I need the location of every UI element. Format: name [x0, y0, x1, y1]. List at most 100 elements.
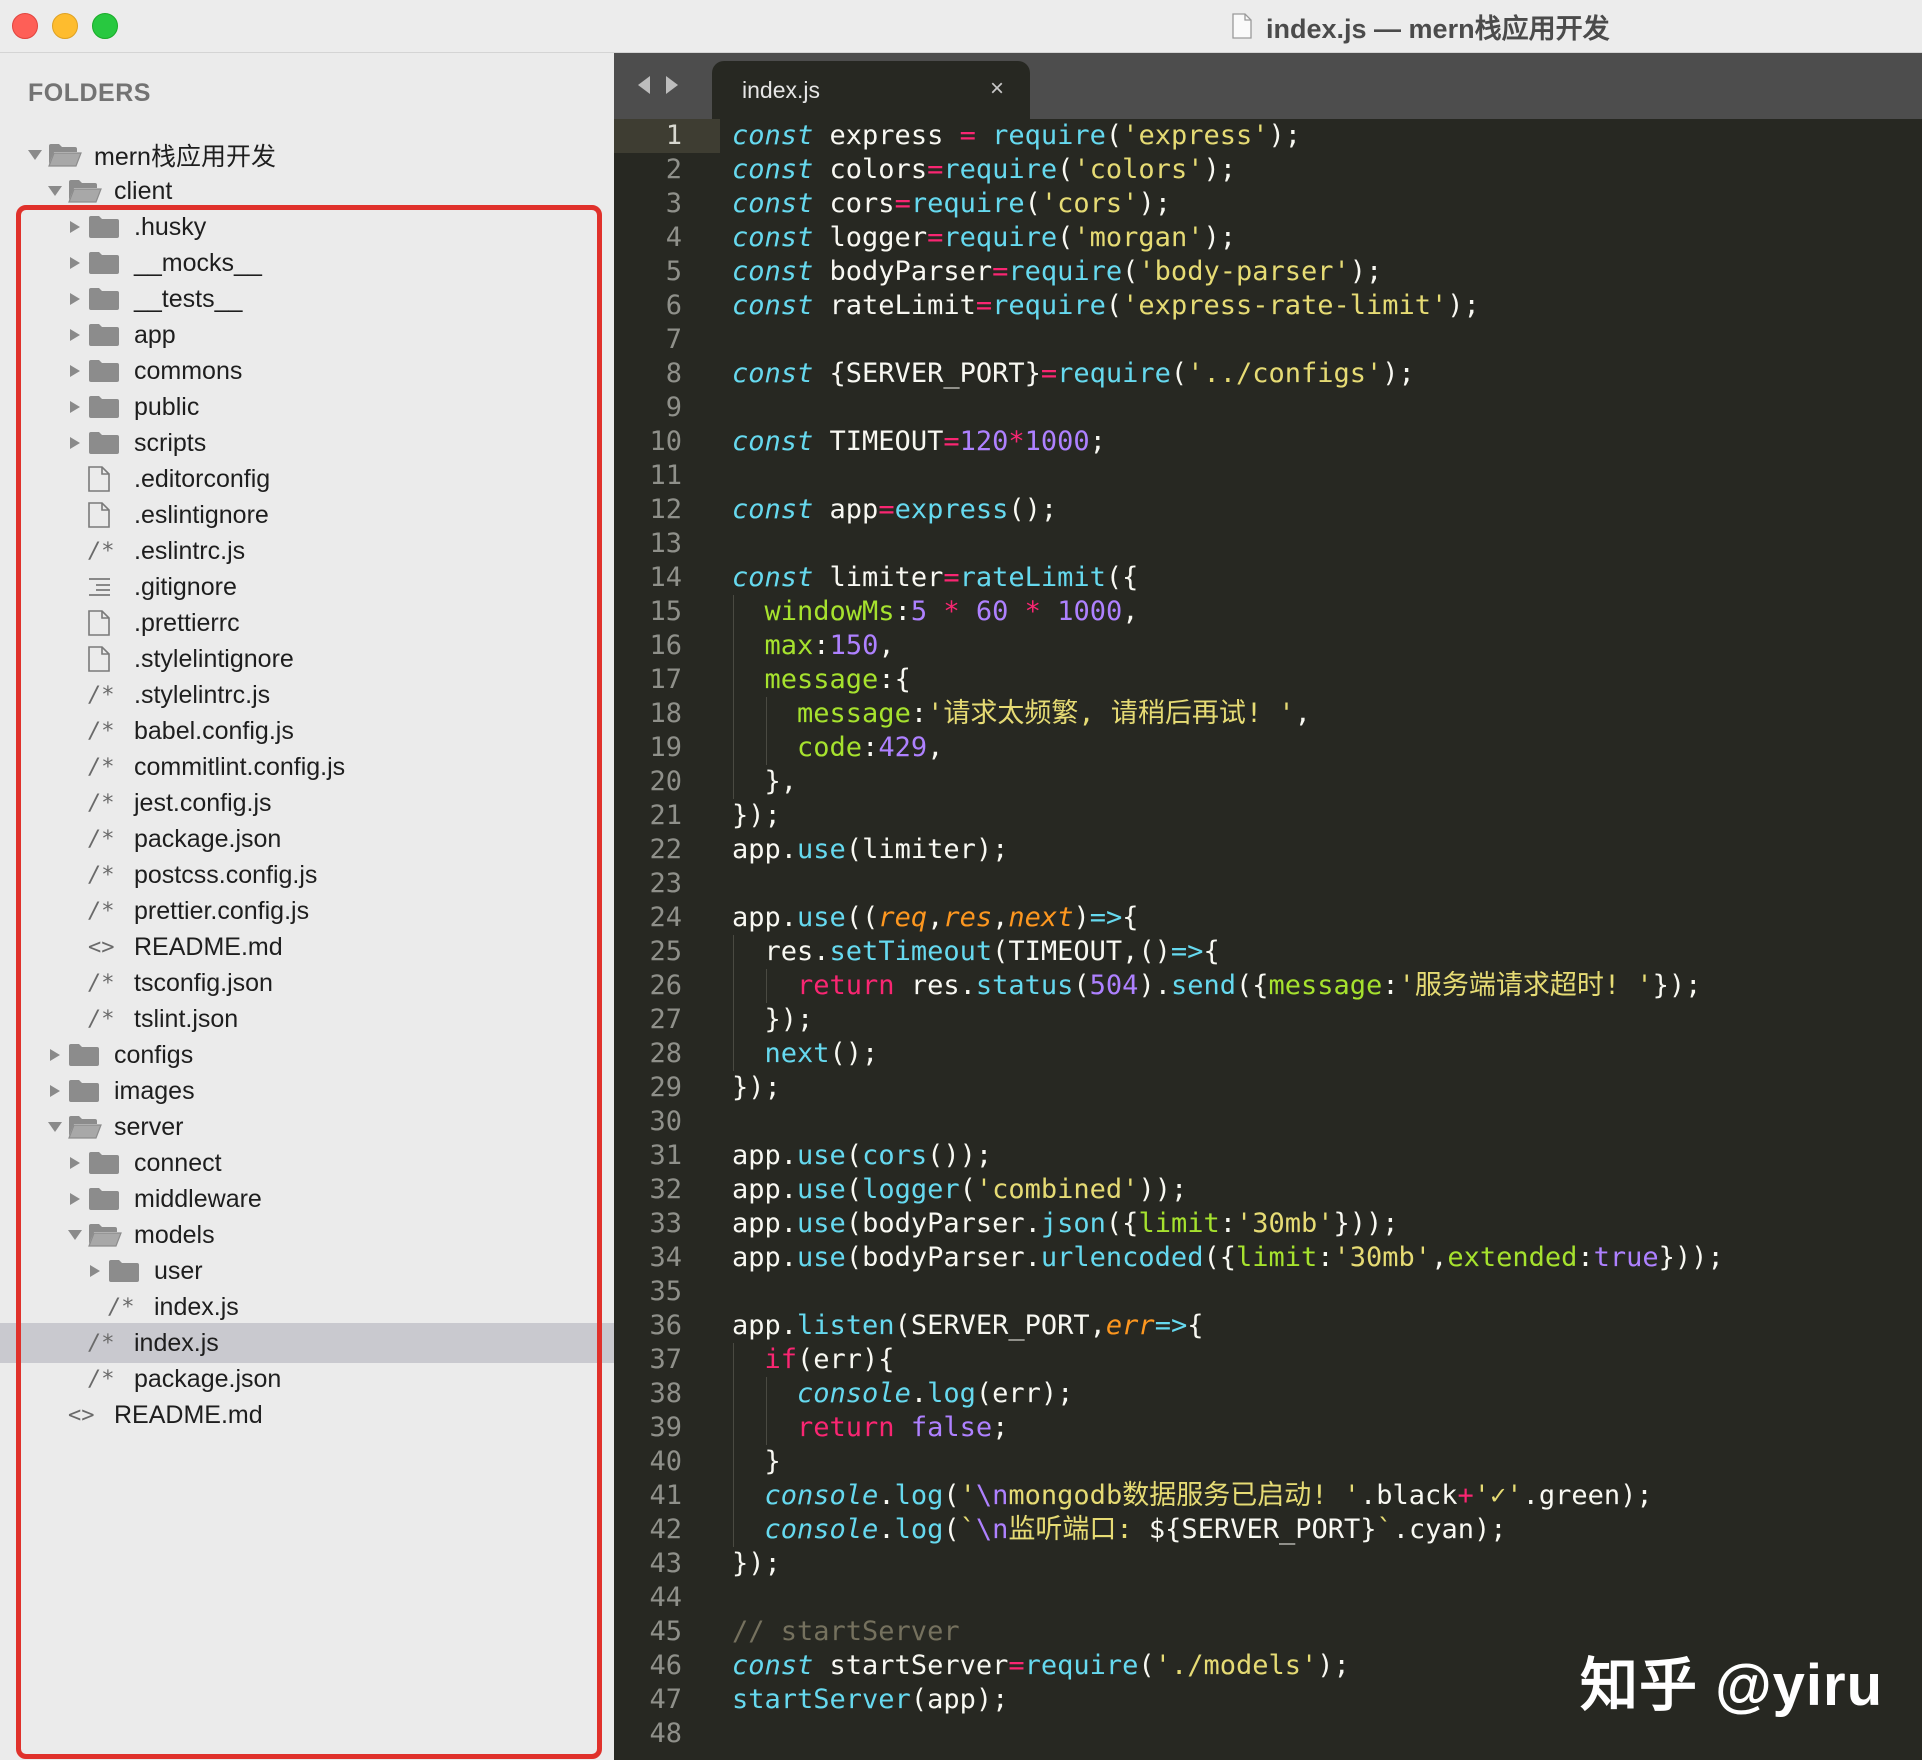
tab-next-icon[interactable] — [664, 75, 680, 95]
line-number: 20 — [649, 766, 682, 797]
line-number: 40 — [649, 1446, 682, 1477]
tree-file[interactable]: <> README.md — [0, 1395, 614, 1435]
code-line: 27 }); — [614, 1003, 1922, 1037]
tree-item-label: package.json — [134, 824, 282, 853]
code-text: if(err){ — [764, 1344, 895, 1375]
code-text: app.use(bodyParser.urlencoded({limit:'30… — [732, 1242, 1724, 1273]
tree-item-label: mern栈应用开发 — [94, 143, 276, 171]
indent-guide — [733, 697, 734, 731]
code-line: 30 — [614, 1105, 1922, 1139]
line-number: 28 — [649, 1038, 682, 1069]
indent-guide — [733, 1411, 734, 1445]
line-number: 29 — [649, 1072, 682, 1103]
code-line: 10 const TIMEOUT=120*1000; — [614, 425, 1922, 459]
code-line: 3 const cors=require('cors'); — [614, 187, 1922, 221]
line-number: 26 — [649, 970, 682, 1001]
zoom-window-button[interactable] — [92, 13, 118, 39]
code-line: 25 res.setTimeout(TIMEOUT,()=>{ — [614, 935, 1922, 969]
code-editor[interactable]: 1 const express = require('express'); 2 con… — [614, 119, 1922, 1760]
line-number: 35 — [649, 1276, 682, 1307]
code-line: 38 console.log(err); — [614, 1377, 1922, 1411]
line-number: 30 — [649, 1106, 682, 1137]
line-number: 45 — [649, 1616, 682, 1647]
indent-guide — [733, 1445, 734, 1479]
code-line: 4 const logger=require('morgan'); — [614, 221, 1922, 255]
line-number: 7 — [665, 324, 682, 355]
minimize-window-button[interactable] — [52, 13, 78, 39]
code-text: }); — [732, 1004, 814, 1035]
tree-item-label: .stylelintrc.js — [134, 680, 271, 709]
tree-item-label: configs — [114, 1040, 194, 1069]
code-text: }); — [732, 1072, 781, 1103]
code-text: const TIMEOUT=120*1000; — [732, 426, 1106, 457]
code-line: 9 — [614, 391, 1922, 425]
line-number: 10 — [649, 426, 682, 457]
line-number: 21 — [649, 800, 682, 831]
tree-item-label: __tests__ — [134, 284, 243, 313]
code-line: 11 — [614, 459, 1922, 493]
code-text: app.listen(SERVER_PORT,err=>{ — [732, 1310, 1204, 1341]
line-number: 17 — [649, 664, 682, 695]
tree-item-label: .prettierrc — [134, 608, 240, 637]
code-line: 17 message:{ — [614, 663, 1922, 697]
code-line: 32 app.use(logger('combined')); — [614, 1173, 1922, 1207]
line-number: 1 — [665, 120, 682, 151]
tree-item-label: connect — [134, 1148, 222, 1177]
tree-item-label: README.md — [134, 932, 283, 961]
line-number: 48 — [649, 1718, 682, 1749]
code-text: const express = require('express'); — [732, 120, 1302, 151]
indent-guide — [733, 1037, 734, 1071]
tree-item-label: app — [134, 320, 176, 349]
code-line: 5 const bodyParser=require('body-parser')… — [614, 255, 1922, 289]
tree-item-label: postcss.config.js — [134, 860, 318, 889]
tree-item-label: middleware — [134, 1184, 262, 1213]
code-line: 29}); — [614, 1071, 1922, 1105]
tree-item-label: server — [114, 1112, 184, 1141]
line-number: 46 — [649, 1650, 682, 1681]
line-number: 32 — [649, 1174, 682, 1205]
tree-item-label: .stylelintignore — [134, 644, 294, 673]
code-text: startServer(app); — [732, 1684, 1009, 1715]
code-text: console.log('\nmongodb数据服务已启动! '.black+'… — [764, 1480, 1653, 1511]
line-number: 24 — [649, 902, 682, 933]
line-number: 12 — [649, 494, 682, 525]
line-number: 36 — [649, 1310, 682, 1341]
code-text: console.log(`\n监听端口: ${SERVER_PORT}`.cya… — [764, 1514, 1507, 1545]
markup-file-icon: <> — [68, 1402, 95, 1428]
indent-guide — [765, 731, 767, 765]
code-line: 42 console.log(`\n监听端口: ${SERVER_PORT}`.… — [614, 1513, 1922, 1547]
code-text: windowMs:5 * 60 * 1000, — [764, 596, 1139, 627]
indent-guide — [733, 595, 734, 629]
code-text: message:'请求太频繁, 请稍后再试! ', — [797, 698, 1311, 729]
tree-item-label: .editorconfig — [134, 464, 271, 493]
indent-guide — [765, 969, 767, 1003]
line-number: 44 — [649, 1582, 682, 1613]
line-number: 31 — [649, 1140, 682, 1171]
tree-item-label: models — [134, 1220, 215, 1249]
close-window-button[interactable] — [12, 13, 38, 39]
sidebar: FOLDERS mern栈应用开发 client .husky __mocks__ __… — [0, 53, 614, 1760]
code-line: 34 app.use(bodyParser.urlencoded({limit:'… — [614, 1241, 1922, 1275]
tree-item-label: user — [154, 1256, 203, 1285]
code-line: 41 console.log('\nmongodb数据服务已启动! '.blac… — [614, 1479, 1922, 1513]
document-icon — [1232, 13, 1252, 39]
tab-prev-icon[interactable] — [636, 75, 652, 95]
indent-guide — [733, 1377, 734, 1411]
line-number: 13 — [649, 528, 682, 559]
tree-item-label: scripts — [134, 428, 207, 457]
tab-label: index.js — [742, 77, 820, 103]
tree-item-label: images — [114, 1076, 195, 1105]
code-text: const colors=require('colors'); — [732, 154, 1236, 185]
code-line: 33 app.use(bodyParser.json({limit:'30mb'}… — [614, 1207, 1922, 1241]
code-line: 28 next(); — [614, 1037, 1922, 1071]
tab-close-icon[interactable]: × — [990, 75, 1004, 103]
code-text: code:429, — [797, 732, 944, 763]
tab-index-js[interactable]: index.js × — [712, 61, 1030, 119]
line-number: 42 — [649, 1514, 682, 1545]
code-line: 6 const rateLimit=require('express-rate-l… — [614, 289, 1922, 323]
code-text: const rateLimit=require('express-rate-li… — [732, 290, 1480, 321]
code-text: console.log(err); — [797, 1378, 1074, 1409]
code-text: return res.status(504).send({message:'服务… — [797, 970, 1702, 1001]
line-number: 18 — [649, 698, 682, 729]
code-text: }); — [732, 1548, 781, 1579]
